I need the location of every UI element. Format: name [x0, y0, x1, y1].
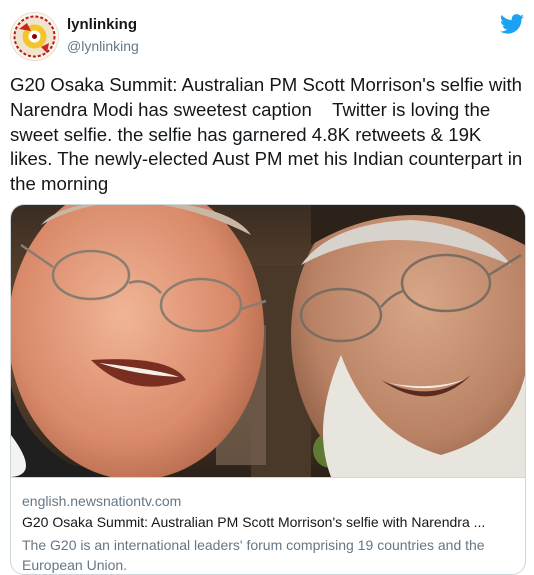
card-photo[interactable]: [11, 205, 525, 477]
tweet-header: lynlinking @lynlinking: [10, 12, 524, 62]
card-domain: english.newsnationtv.com: [22, 493, 182, 509]
tweet-text: G20 Osaka Summit: Australian PM Scott Mo…: [10, 74, 528, 195]
avatar[interactable]: [10, 12, 59, 61]
card-title: G20 Osaka Summit: Australian PM Scott Mo…: [22, 514, 486, 530]
card-info[interactable]: english.newsnationtv.com G20 Osaka Summi…: [11, 477, 525, 574]
user-handle[interactable]: @lynlinking: [67, 38, 139, 54]
twitter-bird-icon[interactable]: [500, 14, 524, 34]
link-card[interactable]: english.newsnationtv.com G20 Osaka Summi…: [10, 204, 526, 575]
avatar-image: [11, 13, 58, 60]
card-description: The G20 is an international leaders' for…: [22, 537, 485, 573]
tweet: lynlinking @lynlinking G20 Osaka Summit:…: [0, 0, 534, 575]
user-name[interactable]: lynlinking: [67, 16, 137, 33]
